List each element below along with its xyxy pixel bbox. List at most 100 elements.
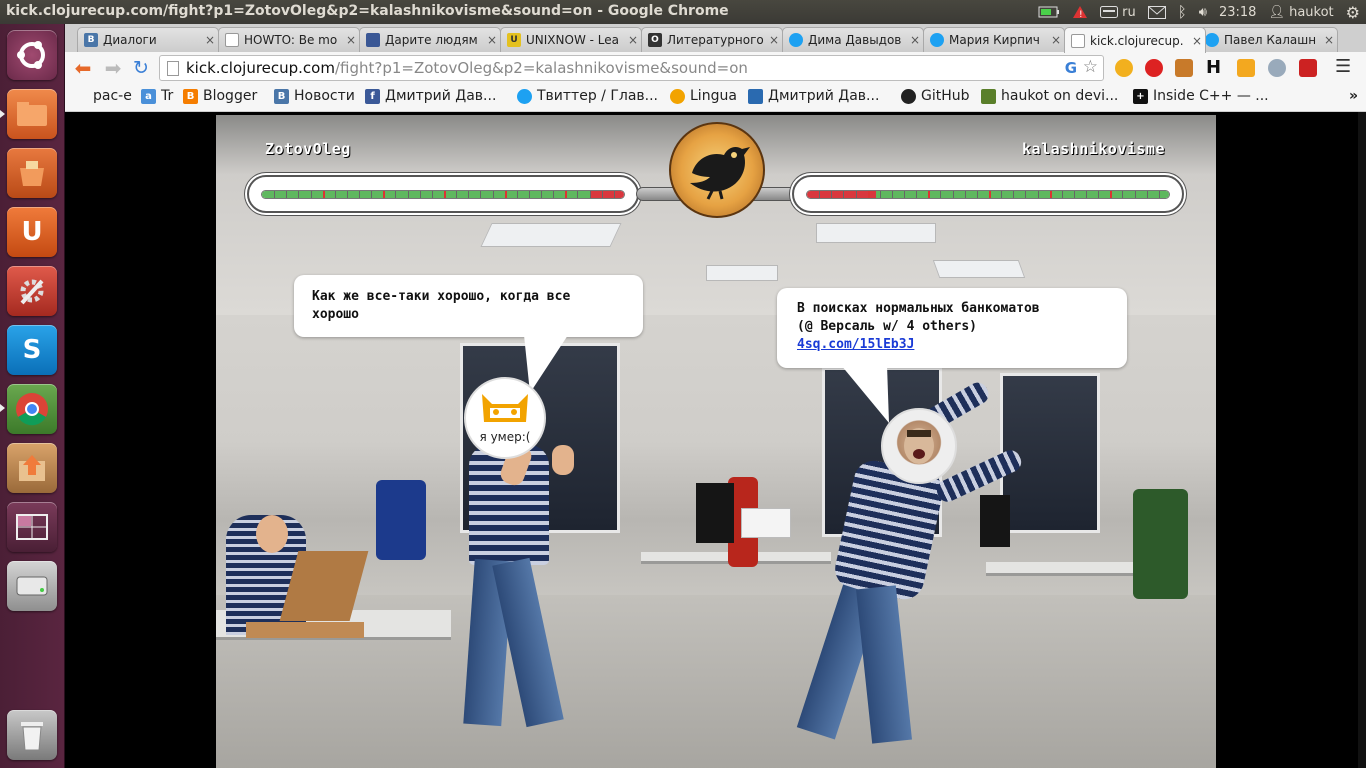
health-tick — [855, 191, 857, 198]
bookmark-item[interactable]: Дмитрий Дав... — [748, 88, 879, 104]
health-tick — [1110, 191, 1113, 198]
close-icon[interactable]: × — [202, 33, 218, 47]
player2-health-bar — [792, 175, 1184, 213]
clock[interactable]: 23:18 — [1219, 5, 1256, 20]
launcher: U S — [0, 24, 65, 768]
health-tick — [504, 191, 507, 198]
skype-icon[interactable]: S — [7, 325, 57, 375]
trash-icon[interactable] — [7, 710, 57, 760]
player1-name: ZotovOleg — [265, 140, 351, 158]
bookmark-item[interactable]: Твиттер / Глав... — [517, 88, 658, 104]
files-icon[interactable] — [7, 89, 57, 139]
health-tick — [407, 191, 409, 198]
browser-tab[interactable]: В Диалоги × — [77, 27, 219, 52]
health-tick — [613, 191, 615, 198]
blogger-icon: B — [183, 88, 198, 104]
address-bar[interactable]: kick.clojurecup.com/fight?p1=ZotovOleg&p… — [159, 55, 1104, 81]
adblock-icon[interactable] — [1145, 59, 1163, 77]
health-tick — [1061, 191, 1063, 198]
browser-tab[interactable]: Дима Давыдов × — [782, 27, 924, 52]
health-tick — [989, 191, 991, 198]
health-tick — [1146, 191, 1148, 198]
health-tick — [964, 191, 966, 198]
bookmark-item[interactable]: haukot on devi... — [981, 88, 1118, 104]
box-extension-icon[interactable] — [1175, 59, 1193, 77]
bookmark-item[interactable]: рас-е — [93, 88, 132, 104]
running-indicator — [0, 110, 5, 118]
bookmark-item[interactable]: B Blogger — [183, 88, 257, 104]
google-icon[interactable]: G — [1065, 56, 1077, 80]
url-host: kick.clojurecup.com — [186, 59, 335, 77]
close-icon[interactable]: × — [343, 33, 359, 47]
bluetooth-icon[interactable]: ᛒ — [1178, 3, 1187, 21]
volume-icon[interactable]: 🔊︎ — [1199, 5, 1207, 20]
ubuntu-dash-icon[interactable] — [7, 30, 57, 80]
window-title: kick.clojurecup.com/fight?p1=ZotovOleg&p… — [6, 3, 729, 19]
gear-icon[interactable]: ⚙ — [1346, 3, 1360, 22]
health-tick — [891, 191, 893, 198]
alert-icon[interactable]: ! — [1072, 5, 1088, 19]
health-tick — [444, 191, 446, 198]
bookmark-item[interactable]: f Дмитрий Дав... — [365, 88, 496, 104]
page-scrollbar[interactable] — [1358, 112, 1366, 768]
bookmark-item[interactable]: + Inside C++ — ... — [1133, 88, 1269, 104]
keyboard-icon[interactable]: ru — [1100, 5, 1136, 20]
browser-tab[interactable]: O Литературного × — [641, 27, 783, 52]
health-tick — [431, 191, 433, 198]
bookmark-item[interactable]: B Новости — [274, 88, 355, 104]
browser-tab-active[interactable]: kick.clojurecup. × — [1064, 27, 1206, 53]
cube-extension-icon[interactable] — [1237, 59, 1255, 77]
close-icon[interactable]: × — [1189, 34, 1205, 48]
bookmarks-overflow-button[interactable]: » — [1349, 88, 1358, 104]
drive-icon[interactable] — [7, 561, 57, 611]
fight-arena: ZotovOleg kalashnikovisme Как же все-так… — [216, 115, 1216, 768]
browser-tab[interactable]: U UNIXNOW - Lea × — [500, 27, 642, 52]
magnifier-extension-icon[interactable] — [1268, 59, 1286, 77]
twitter-bird-icon — [517, 88, 532, 104]
user-menu[interactable]: 👤︎ haukot — [1268, 5, 1333, 20]
health-tick — [843, 191, 845, 198]
back-button[interactable]: ⬅ — [71, 56, 95, 80]
chrome-icon[interactable] — [7, 384, 57, 434]
browser-tab[interactable]: Дарите людям × — [359, 27, 501, 52]
book-extension-icon[interactable] — [1299, 59, 1317, 77]
forward-button[interactable]: ➡ — [101, 56, 125, 80]
health-tick — [322, 191, 325, 198]
mail-icon[interactable] — [1147, 5, 1166, 19]
close-icon[interactable]: × — [1321, 33, 1337, 47]
player2-health-fill — [876, 191, 1169, 198]
software-center-icon[interactable] — [7, 148, 57, 198]
system-settings-icon[interactable] — [7, 266, 57, 316]
browser-tab[interactable]: HOWTO: Be mo × — [218, 27, 360, 52]
workspace-switcher-icon[interactable] — [7, 502, 57, 552]
bookmark-item[interactable]: a Tr — [141, 88, 173, 104]
close-icon[interactable]: × — [625, 33, 641, 47]
menu-icon[interactable]: ☰ — [1335, 58, 1353, 77]
close-icon[interactable]: × — [1048, 33, 1064, 47]
translate-icon: a — [141, 88, 156, 104]
close-icon[interactable]: × — [907, 33, 923, 47]
battery-icon[interactable] — [1038, 5, 1060, 19]
player2-speech-bubble: В поисках нормальных банкоматов (@ Верса… — [777, 288, 1127, 368]
foursquare-link[interactable]: 4sq.com/15lEb3J — [797, 337, 914, 352]
page-content: ZotovOleg kalashnikovisme Как же все-так… — [65, 112, 1366, 768]
browser-tab[interactable]: Мария Кирпич × — [923, 27, 1065, 52]
paw-extension-icon[interactable] — [1115, 59, 1133, 77]
close-icon[interactable]: × — [484, 33, 500, 47]
bookmark-item[interactable]: Lingua — [670, 88, 737, 104]
player2-speech-line1: В поисках нормальных банкоматов — [797, 301, 1040, 316]
player1-avatar-caption: я умер:( — [479, 430, 531, 444]
bookmark-item[interactable]: GitHub — [901, 88, 970, 104]
page-icon — [167, 61, 179, 76]
ubuntu-one-icon[interactable]: U — [7, 207, 57, 257]
reload-button[interactable]: ↻ — [129, 57, 153, 79]
svg-text:!: ! — [1079, 10, 1083, 19]
star-icon[interactable]: ☆ — [1083, 55, 1098, 79]
h-extension-icon[interactable]: H — [1206, 59, 1224, 77]
close-icon[interactable]: × — [766, 33, 782, 47]
player1-speech-bubble: Как же все-таки хорошо, когда все хорошо — [294, 275, 643, 337]
health-tick — [904, 191, 906, 198]
ceiling-light — [480, 223, 622, 247]
archive-icon[interactable] — [7, 443, 57, 493]
browser-tab[interactable]: Павел Калашн × — [1198, 27, 1338, 52]
